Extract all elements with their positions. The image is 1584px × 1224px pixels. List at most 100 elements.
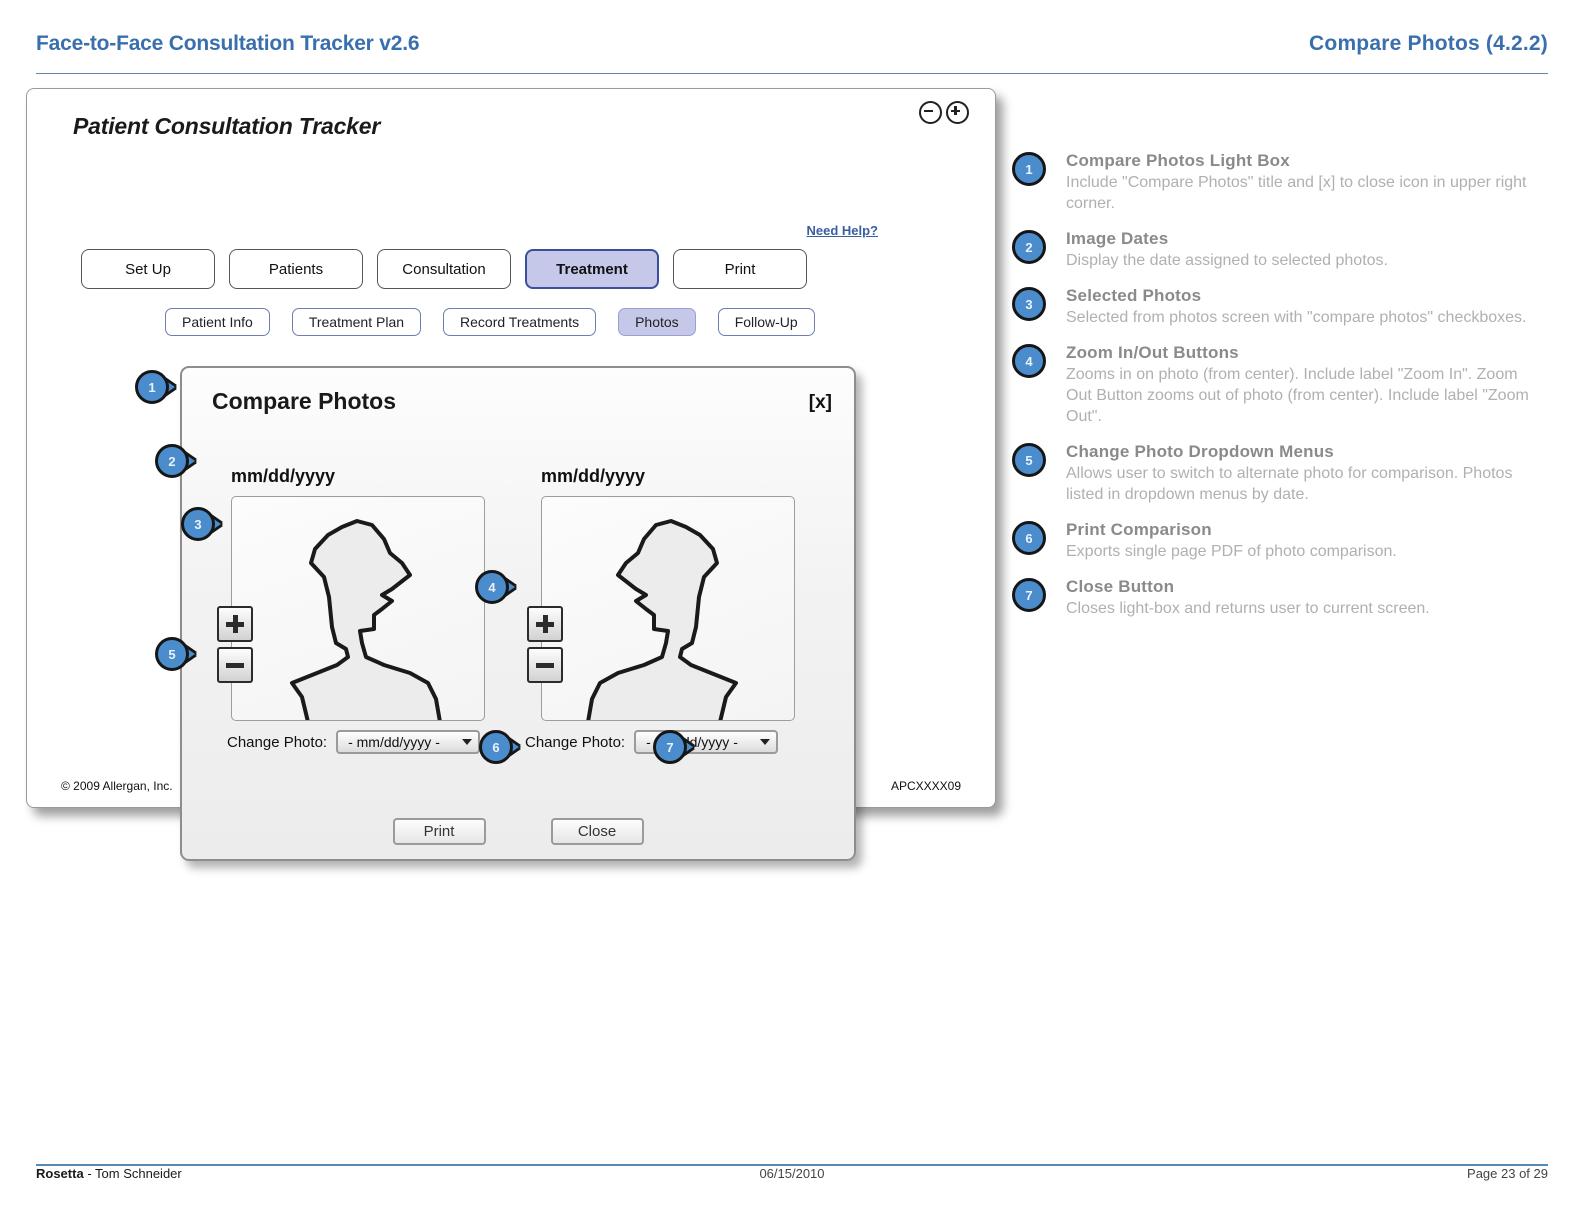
annotation-item: 3 Selected Photos Selected from photos s… [1012, 285, 1552, 328]
app-title: Patient Consultation Tracker [73, 113, 381, 139]
annotation-description: Selected from photos screen with "compar… [1066, 309, 1527, 326]
tab-treatment[interactable]: Treatment [525, 249, 659, 289]
photo-panel-right: mm/dd/yyyy [527, 466, 795, 721]
minus-icon [536, 662, 554, 668]
close-icon[interactable]: [x] [809, 392, 832, 414]
zoom-controls-left [217, 606, 253, 683]
photo-date-left: mm/dd/yyyy [231, 466, 336, 486]
annotation-item: 7 Close Button Closes light-box and retu… [1012, 576, 1552, 619]
chevron-down-icon [760, 739, 771, 745]
tab-set-up[interactable]: Set Up [81, 249, 215, 289]
subtab-treatment-plan[interactable]: Treatment Plan [291, 308, 422, 336]
zoom-in-button-right[interactable] [527, 606, 563, 642]
primary-tab-bar: Set Up Patients Consultation Treatment P… [81, 249, 807, 289]
annotation-badge: 4 [1012, 344, 1046, 378]
annotation-body: Zoom In/Out Buttons Zooms in on photo (f… [1066, 342, 1536, 427]
lightbox-action-bar: Print Close [182, 818, 854, 845]
callout-marker-6: 6 [479, 730, 519, 768]
callout-number-7: 7 [653, 730, 687, 764]
callout-marker-3: 3 [181, 507, 221, 545]
annotation-description: Zooms in on photo (from center). Include… [1066, 366, 1529, 425]
callout-number-4: 4 [475, 570, 509, 604]
annotation-title: Close Button [1066, 577, 1175, 596]
zoom-in-circle-icon[interactable] [946, 101, 969, 124]
tab-patients[interactable]: Patients [229, 249, 363, 289]
callout-number-5: 5 [155, 637, 189, 671]
zoom-out-button-left[interactable] [217, 647, 253, 683]
secondary-tab-bar: Patient Info Treatment Plan Record Treat… [165, 308, 815, 336]
footer-date: 06/15/2010 [759, 1166, 825, 1181]
annotation-title: Image Dates [1066, 229, 1169, 248]
annotation-badge: 6 [1012, 521, 1046, 555]
change-photo-dropdown-value-left: - mm/dd/yyyy - [348, 734, 440, 750]
annotation-badge: 2 [1012, 230, 1046, 264]
annotation-list: 1 Compare Photos Light Box Include "Comp… [1012, 150, 1552, 633]
annotation-badge: 1 [1012, 152, 1046, 186]
annotation-badge: 3 [1012, 287, 1046, 321]
lightbox-title: Compare Photos [212, 388, 397, 414]
change-photo-label-right: Change Photo: [525, 733, 626, 751]
annotation-title: Compare Photos Light Box [1066, 151, 1290, 170]
photo-thumbnail-right[interactable] [541, 496, 795, 721]
callout-number-6: 6 [479, 730, 513, 764]
annotation-body: Print Comparison Exports single page PDF… [1066, 519, 1397, 562]
annotation-badge: 7 [1012, 578, 1046, 612]
change-photo-row-left: Change Photo: - mm/dd/yyyy - [227, 730, 481, 754]
document-title: Face-to-Face Consultation Tracker v2.6 [36, 32, 420, 55]
subtab-photos[interactable]: Photos [618, 308, 696, 336]
photo-thumbnail-left[interactable] [231, 496, 485, 721]
callout-number-2: 2 [155, 444, 189, 478]
zoom-out-button-right[interactable] [527, 647, 563, 683]
header-divider [36, 73, 1548, 74]
subtab-follow-up[interactable]: Follow-Up [717, 308, 815, 336]
subtab-record-treatments[interactable]: Record Treatments [443, 308, 597, 336]
tab-print[interactable]: Print [673, 249, 807, 289]
document-code: APCXXXX09 [890, 779, 961, 793]
minus-icon [226, 662, 244, 668]
window-controls [919, 101, 969, 124]
change-photo-row-right: Change Photo: - mm/dd/yyyy - [525, 730, 779, 754]
annotation-item: 1 Compare Photos Light Box Include "Comp… [1012, 150, 1552, 214]
head-silhouette-left-facing-icon [586, 519, 738, 720]
page-header: Face-to-Face Consultation Tracker v2.6 C… [0, 0, 1584, 76]
zoom-controls-right [527, 606, 563, 683]
photo-date-right: mm/dd/yyyy [541, 466, 646, 486]
tab-consultation[interactable]: Consultation [377, 249, 511, 289]
head-silhouette-right-facing-icon [290, 519, 442, 720]
app-window: Patient Consultation Tracker Need Help? … [26, 88, 996, 861]
zoom-out-circle-icon[interactable] [919, 101, 942, 124]
annotation-item: 6 Print Comparison Exports single page P… [1012, 519, 1552, 562]
print-button[interactable]: Print [392, 818, 486, 845]
annotation-title: Selected Photos [1066, 286, 1202, 305]
callout-marker-4: 4 [475, 570, 515, 608]
callout-number-3: 3 [181, 507, 215, 541]
zoom-in-button-left[interactable] [217, 606, 253, 642]
annotation-item: 4 Zoom In/Out Buttons Zooms in on photo … [1012, 342, 1552, 427]
photo-panel-left: mm/dd/yyyy [217, 466, 485, 721]
annotation-body: Close Button Closes light-box and return… [1066, 576, 1430, 619]
callout-marker-1: 1 [135, 370, 175, 408]
annotation-body: Change Photo Dropdown Menus Allows user … [1066, 441, 1536, 505]
compare-photos-lightbox: Compare Photos [x] mm/dd/yyyy mm/dd/yyyy… [180, 366, 856, 861]
annotation-description: Allows user to switch to alternate photo… [1066, 465, 1513, 503]
annotation-description: Exports single page PDF of photo compari… [1066, 543, 1397, 560]
callout-marker-5: 5 [155, 637, 195, 675]
need-help-link[interactable]: Need Help? [806, 223, 878, 238]
change-photo-label-left: Change Photo: [227, 733, 328, 751]
callout-marker-7: 7 [653, 730, 693, 768]
change-photo-dropdown-left[interactable]: - mm/dd/yyyy - [336, 730, 481, 754]
annotation-title: Zoom In/Out Buttons [1066, 343, 1239, 362]
callout-marker-2: 2 [155, 444, 195, 482]
annotation-description: Display the date assigned to selected ph… [1066, 252, 1388, 269]
close-button[interactable]: Close [550, 818, 644, 845]
annotation-badge: 5 [1012, 443, 1046, 477]
annotation-item: 5 Change Photo Dropdown Menus Allows use… [1012, 441, 1552, 505]
plus-icon-vertical [232, 615, 238, 633]
plus-icon-vertical [542, 615, 548, 633]
callout-number-1: 1 [135, 370, 169, 404]
annotation-title: Print Comparison [1066, 520, 1212, 539]
annotation-body: Compare Photos Light Box Include "Compar… [1066, 150, 1536, 214]
chevron-down-icon [462, 739, 473, 745]
screen-reference: Compare Photos (4.2.2) [1309, 32, 1548, 55]
subtab-patient-info[interactable]: Patient Info [165, 308, 270, 336]
